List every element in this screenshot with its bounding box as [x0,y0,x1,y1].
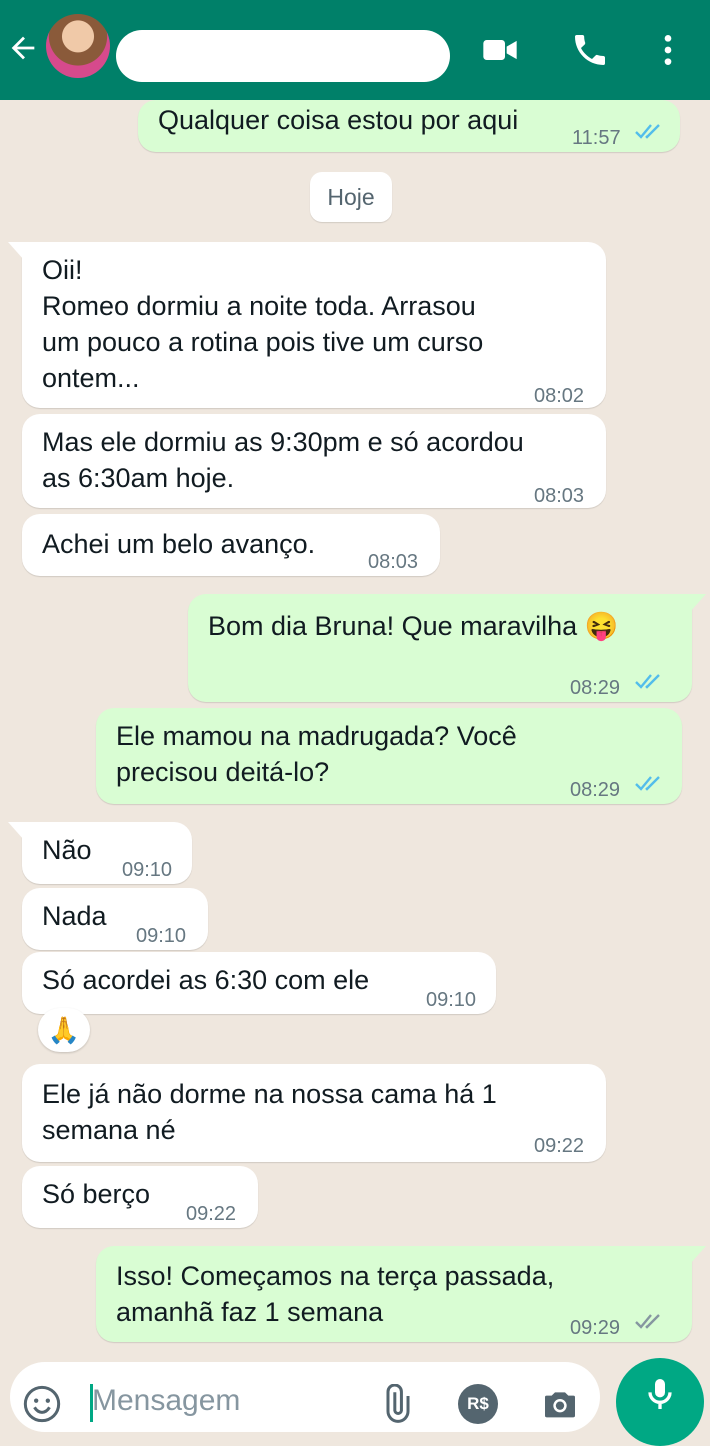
message-bubble-incoming[interactable]: Mas ele dormiu as 9:30pm e só acordou as… [22,414,606,508]
message-text: Ele já não dorme na nossa cama há 1 sema… [42,1079,497,1145]
message-time: 09:22 [534,1135,585,1157]
attach-icon[interactable] [376,1383,416,1424]
message-bubble-outgoing[interactable]: Qualquer coisa estou por aqui 11:57 [138,100,680,152]
message-text: Bom dia Bruna! Que maravilha 😝 [208,611,619,641]
contact-name[interactable] [116,30,450,82]
message-bubble-outgoing[interactable]: Ele mamou na madrugada? Você precisou de… [96,708,682,804]
date-chip: Hoje [310,172,392,222]
bubble-tail [690,1246,706,1264]
message-text: Oii! Romeo dormiu a noite toda. Arrasou … [42,255,484,393]
more-options-icon[interactable] [648,30,688,70]
message-text: Isso! Começamos na terça passada, amanhã… [116,1261,555,1327]
message-time: 09:29 [570,1317,621,1339]
message-bubble-incoming[interactable]: Só berço 09:22 [22,1166,258,1228]
message-time: 08:29 [570,677,621,699]
composer-bar: Mensagem R$ [0,1356,710,1446]
message-bubble-incoming[interactable]: Achei um belo avanço. 08:03 [22,514,440,576]
message-text: Ele mamou na madrugada? Você precisou de… [116,721,517,787]
bubble-tail [8,822,24,840]
message-time: 08:02 [534,385,585,407]
contact-avatar[interactable] [46,14,110,78]
voice-call-icon[interactable] [570,30,610,70]
message-bubble-incoming[interactable]: Só acordei as 6:30 com ele 09:10 [22,952,496,1014]
message-text: Qualquer coisa estou por aqui [158,105,519,135]
message-time: 09:22 [186,1203,237,1225]
message-time: 08:03 [534,485,585,507]
delivered-ticks-icon [635,1314,660,1329]
read-ticks-icon [635,674,660,689]
message-time: 11:57 [572,127,621,149]
emoji-icon[interactable] [22,1384,62,1424]
message-text: Só berço [42,1179,151,1209]
message-time: 09:10 [426,989,477,1011]
message-text: Nada [42,901,107,931]
mic-button[interactable] [616,1358,704,1446]
message-list: Qualquer coisa estou por aqui 11:57 Hoje… [0,100,710,1350]
message-text: Só acordei as 6:30 com ele [42,965,370,995]
chat-header [0,0,710,100]
message-time: 09:10 [136,925,187,947]
message-time: 08:03 [368,551,419,573]
message-placeholder: Mensagem [92,1384,241,1417]
message-text: Achei um belo avanço. [42,529,316,559]
message-bubble-incoming[interactable]: Oii! Romeo dormiu a noite toda. Arrasou … [8,242,606,408]
bubble-tail [690,594,706,612]
camera-icon[interactable] [540,1384,580,1424]
video-call-icon[interactable] [480,30,520,70]
back-arrow-icon[interactable] [6,31,40,65]
read-ticks-icon [635,124,660,139]
message-bubble-incoming[interactable]: Não 09:10 [8,822,192,884]
mic-icon [648,1379,672,1409]
message-text: Não [42,835,92,865]
message-bubble-outgoing[interactable]: Bom dia Bruna! Que maravilha 😝 08:29 [188,594,706,702]
read-ticks-icon [635,776,660,791]
message-bubble-outgoing[interactable]: Isso! Começamos na terça passada, amanhã… [96,1246,706,1342]
message-text: Mas ele dormiu as 9:30pm e só acordou as… [42,427,524,493]
reaction-badge[interactable]: 🙏 [38,1008,90,1052]
message-bubble-incoming[interactable]: Nada 09:10 [22,888,208,950]
payment-icon[interactable]: R$ [458,1384,498,1424]
bubble-tail [8,242,24,260]
message-time: 08:29 [570,779,621,801]
message-time: 09:10 [122,859,173,881]
message-bubble-incoming[interactable]: Ele já não dorme na nossa cama há 1 sema… [22,1064,606,1162]
message-input[interactable]: Mensagem R$ [10,1362,600,1432]
